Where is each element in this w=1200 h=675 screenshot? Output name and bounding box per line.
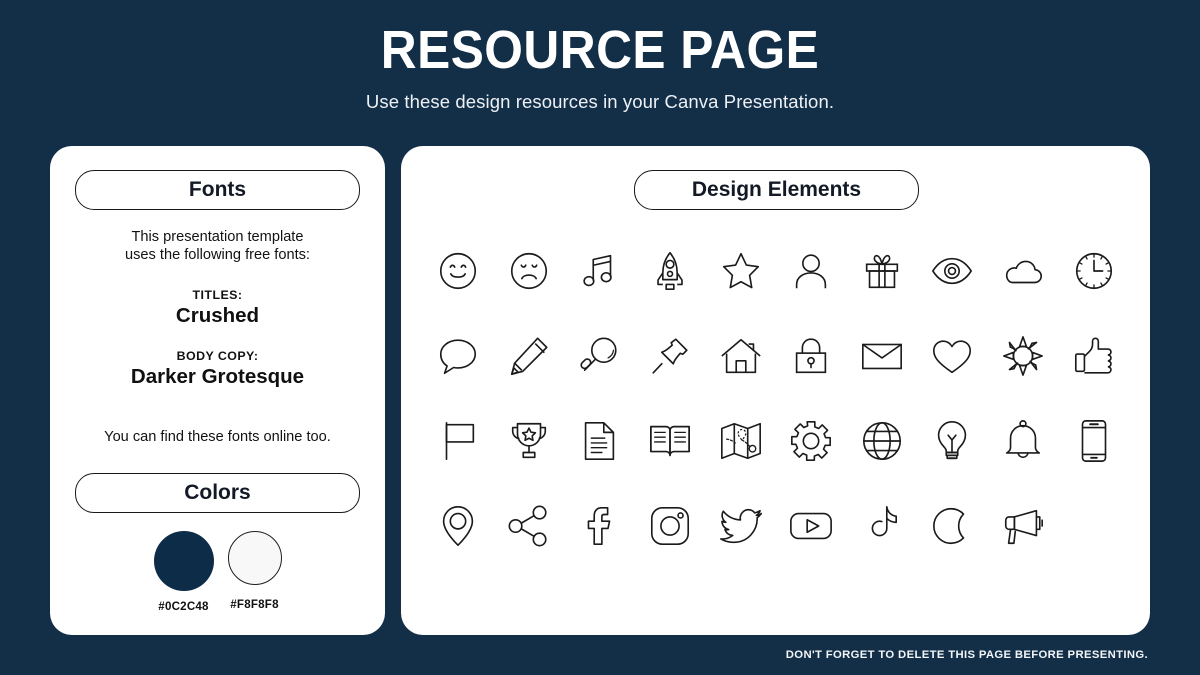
eye-icon[interactable] [917,239,988,302]
sun-icon[interactable] [988,324,1059,387]
titles-font-block: TITLES: Crushed [50,288,385,328]
facebook-icon[interactable] [564,494,635,557]
instagram-icon[interactable] [635,494,706,557]
bell-icon[interactable] [988,409,1059,472]
fonts-intro-line-2: uses the following free fonts: [125,247,310,264]
body-font-name: Darker Grotesque [130,365,305,388]
moon-icon[interactable] [917,494,988,557]
design-elements-heading-label: Design Elements [691,178,862,201]
push-pin-icon[interactable] [635,324,706,387]
design-elements-card: Design Elements [401,146,1150,635]
star-icon[interactable] [705,239,776,302]
magnifying-glass-icon[interactable] [564,324,635,387]
colors-heading-label: Colors [184,481,251,504]
open-book-icon[interactable] [635,409,706,472]
slide-canvas: RESOURCE PAGE Use these design resources… [0,0,1200,675]
gift-icon[interactable] [847,239,918,302]
design-elements-heading: Design Elements [634,170,919,210]
color-swatch-circle-light [227,531,282,585]
clock-icon[interactable] [1058,239,1129,302]
globe-icon[interactable] [847,409,918,472]
rocket-icon[interactable] [635,239,706,302]
tiktok-icon[interactable] [847,494,918,557]
color-swatch[interactable]: #F8F8F8 [227,531,282,613]
fonts-heading-label: Fonts [188,178,247,201]
color-swatch-hex: #F8F8F8 [230,598,279,611]
document-icon[interactable] [564,409,635,472]
color-swatch-circle-dark [153,531,214,591]
fonts-intro-line-1: This presentation template [131,229,304,245]
heart-icon[interactable] [917,324,988,387]
youtube-icon[interactable] [776,494,847,557]
share-icon[interactable] [494,494,565,557]
design-elements-grid [423,239,1129,557]
cloud-icon[interactable] [988,239,1059,302]
twitter-icon[interactable] [705,494,776,557]
fonts-section-heading: Fonts [75,170,360,210]
smiley-face-icon[interactable] [423,239,494,302]
color-swatch[interactable]: #0C2C48 [153,531,214,613]
color-swatch-group: #0C2C48 #F8F8F8 [50,531,385,613]
slide-header: RESOURCE PAGE Use these design resources… [0,22,1200,113]
lightbulb-icon[interactable] [917,409,988,472]
house-icon[interactable] [705,324,776,387]
page-subtitle: Use these design resources in your Canva… [365,90,835,112]
color-swatch-hex: #0C2C48 [158,600,209,613]
page-title: RESOURCE PAGE [380,20,820,80]
flag-icon[interactable] [423,409,494,472]
body-font-block: BODY COPY: Darker Grotesque [50,349,385,389]
fonts-online-note: You can find these fonts online too. [104,429,331,445]
gear-icon[interactable] [776,409,847,472]
titles-font-label: TITLES: [192,288,243,302]
map-icon[interactable] [705,409,776,472]
fonts-intro-text: This presentation template uses the foll… [50,228,385,265]
sad-face-icon[interactable] [494,239,565,302]
body-font-label: BODY COPY: [176,349,259,363]
colors-section-heading: Colors [75,473,360,513]
thumbs-up-icon[interactable] [1058,324,1129,387]
megaphone-icon[interactable] [988,494,1059,557]
grid-spacer [1058,494,1129,557]
smartphone-icon[interactable] [1058,409,1129,472]
music-note-icon[interactable] [564,239,635,302]
fonts-and-colors-card: Fonts This presentation template uses th… [50,146,385,635]
titles-font-name: Crushed [175,304,260,327]
person-icon[interactable] [776,239,847,302]
speech-bubble-icon[interactable] [423,324,494,387]
footer-note: DON'T FORGET TO DELETE THIS PAGE BEFORE … [785,649,1148,661]
pencil-icon[interactable] [494,324,565,387]
map-pin-icon[interactable] [423,494,494,557]
lock-icon[interactable] [776,324,847,387]
trophy-icon[interactable] [494,409,565,472]
envelope-icon[interactable] [847,324,918,387]
